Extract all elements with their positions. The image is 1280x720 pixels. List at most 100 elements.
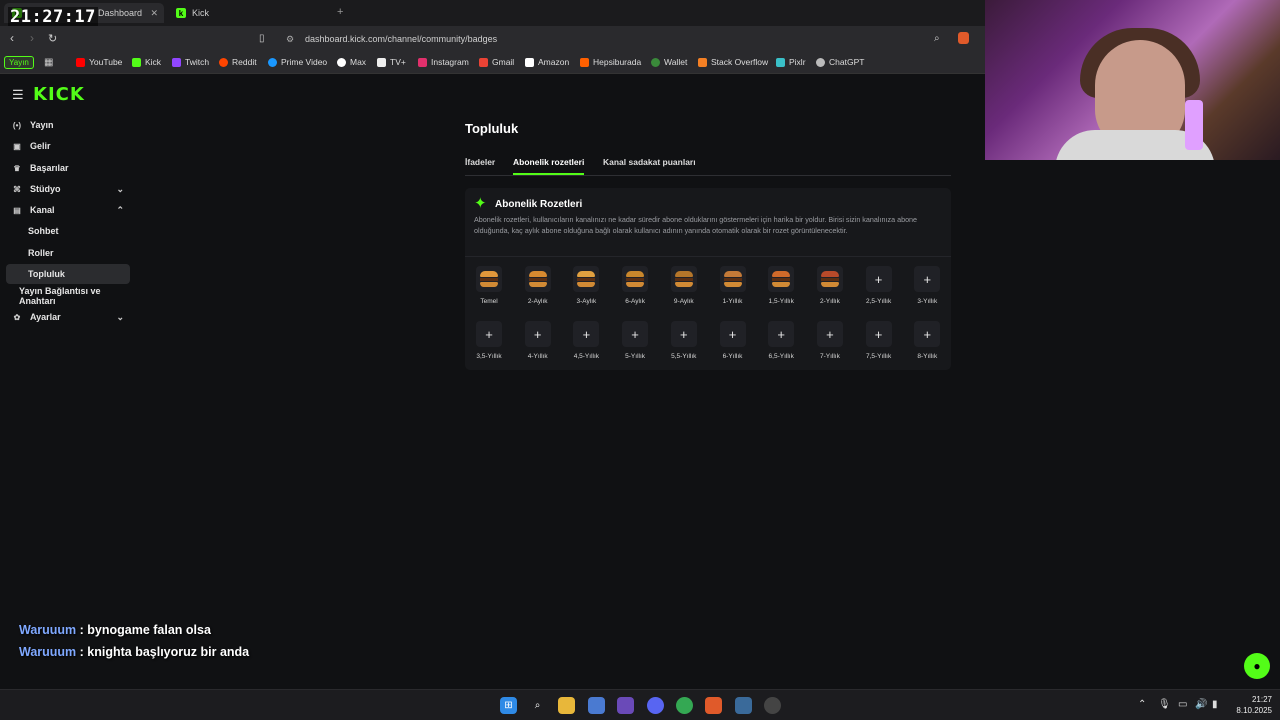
bookmark-pixlr[interactable]: Pixlr [776, 57, 806, 67]
taskbar-date: 8.10.2025 [1236, 706, 1272, 715]
bookmark-wallet[interactable]: Wallet [651, 57, 687, 67]
badge-slot[interactable]: +5-Yıllık [615, 321, 655, 360]
sidebar-item-yayin-baglantisi[interactable]: Yayın Bağlantısı ve Anahtarı [6, 286, 130, 306]
badge-slot[interactable]: +5,5-Yıllık [664, 321, 704, 360]
search-icon[interactable]: ⌕ [934, 33, 940, 44]
support-chat-button[interactable]: ● [1244, 653, 1270, 679]
site-info-icon[interactable]: ⚙ [286, 34, 294, 45]
add-badge-icon: + [622, 321, 649, 347]
sidebar-item-label: Yayın Bağlantısı ve Anahtarı [19, 286, 101, 306]
brave-shield-icon[interactable] [958, 32, 969, 44]
badge-slot[interactable]: +3,5-Yıllık [469, 321, 509, 360]
badge-label: 3,5-Yıllık [476, 353, 502, 360]
close-tab-icon[interactable]: ✕ [150, 8, 158, 19]
bookmark-tvplus[interactable]: TV+ [377, 57, 406, 67]
bookmark-stackoverflow[interactable]: Stack Overflow [698, 57, 768, 67]
sidebar-item-yayin[interactable]: (•) Yayın [6, 115, 130, 135]
bookmark-gmail[interactable]: Gmail [479, 57, 514, 67]
tab-kanal-sadakat-puanlari[interactable]: Kanal sadakat puanları [603, 157, 696, 167]
battery-icon[interactable]: ▮ [1212, 699, 1218, 710]
bookmark-max[interactable]: Max [337, 57, 366, 67]
badge-slot[interactable]: 6-Aylık [615, 266, 655, 305]
sidebar-item-basarilar[interactable]: ♛ Başarılar [6, 158, 130, 178]
search-icon[interactable]: ⌕ [529, 697, 546, 714]
sidebar-item-kanal[interactable]: ▤ Kanal ⌃ [6, 200, 130, 220]
tray-expand-icon[interactable]: ⌃ [1138, 699, 1146, 710]
browser-tab-kick[interactable]: k Kick [168, 3, 328, 23]
bookmark-youtube[interactable]: YouTube [76, 57, 122, 67]
badge-slot[interactable]: +7-Yıllık [810, 321, 850, 360]
bookmark-chatgpt[interactable]: ChatGPT [816, 57, 864, 67]
bookmark-pixlr-label: Pixlr [789, 57, 806, 67]
bookmark-chatgpt-label: ChatGPT [829, 57, 865, 67]
bookmark-kick[interactable]: Kick [132, 57, 161, 67]
badge-slot[interactable]: +3-Yıllık [907, 266, 947, 305]
badge-slot[interactable]: +2,5-Yıllık [859, 266, 899, 305]
sidebar-item-topluluk[interactable]: Topluluk [6, 264, 130, 284]
badge-label: 6-Yıllık [722, 353, 743, 360]
chat-text: bynogame falan olsa [87, 623, 211, 637]
gmail-icon [479, 57, 488, 67]
tab-abonelik-rozetleri[interactable]: Abonelik rozetleri [513, 157, 585, 175]
file-explorer-icon[interactable] [558, 697, 575, 714]
bookmark-instagram[interactable]: Instagram [418, 57, 469, 67]
stackoverflow-icon [698, 57, 707, 67]
menu-icon[interactable]: ☰ [12, 87, 24, 103]
windows-taskbar: ⊞ ⌕ ⌃ 🎙 ▭ 🔊 ▮ 21:27 8.10.2025 [0, 689, 1280, 720]
obs-icon[interactable] [764, 697, 781, 714]
chrome-icon[interactable] [676, 697, 693, 714]
badge-label: 3-Aylık [576, 298, 597, 305]
volume-icon[interactable]: 🔊 [1195, 699, 1207, 710]
store-icon[interactable] [588, 697, 605, 714]
add-badge-icon: + [524, 321, 551, 347]
badge-slot[interactable]: +7,5-Yıllık [859, 321, 899, 360]
chat-username: Waruuum [19, 645, 77, 659]
sidebar-item-studyo[interactable]: ⌘ Stüdyo ⌄ [6, 179, 130, 199]
badge-slot[interactable]: 1,5-Yıllık [761, 266, 801, 305]
bookmark-icon[interactable]: ▯ [259, 33, 265, 44]
chat-bubble-icon: ● [1253, 659, 1261, 673]
badge-slot[interactable]: 2-Aylık [518, 266, 558, 305]
sidebar-item-ayarlar[interactable]: ✿ Ayarlar ⌄ [6, 307, 130, 327]
reload-icon[interactable]: ↻ [48, 32, 57, 45]
back-icon[interactable]: ‹ [10, 31, 14, 45]
badge-slot[interactable]: Temel [469, 266, 509, 305]
badge-slot[interactable]: 3-Aylık [566, 266, 606, 305]
badge-slot[interactable]: +4-Yıllık [518, 321, 558, 360]
sidebar-item-sohbet[interactable]: Sohbet [6, 221, 130, 241]
bookmark-hepsiburada[interactable]: Hepsiburada [580, 57, 641, 67]
new-tab-button[interactable]: + [337, 6, 343, 18]
badge-slot[interactable]: +8-Yıllık [907, 321, 947, 360]
discord-icon[interactable] [647, 697, 664, 714]
apps-grid-icon[interactable]: ▦ [44, 57, 53, 68]
yayin-chip[interactable]: Yayın [4, 56, 34, 69]
badge-slot[interactable]: +6-Yıllık [713, 321, 753, 360]
taskbar-clock[interactable]: 21:27 8.10.2025 [1232, 694, 1272, 716]
windows-start-icon[interactable]: ⊞ [500, 697, 517, 714]
badge-slot[interactable]: 2-Yıllık [810, 266, 850, 305]
sidebar-item-label: Sohbet [28, 226, 59, 236]
brave-icon[interactable] [705, 697, 722, 714]
sidebar-item-roller[interactable]: Roller [6, 243, 130, 263]
bookmark-prime-video[interactable]: Prime Video [268, 57, 327, 67]
tab-ifadeler[interactable]: İfadeler [465, 157, 495, 167]
bookmark-twitch[interactable]: Twitch [172, 57, 209, 67]
add-badge-icon: + [670, 321, 697, 347]
badge-slot[interactable]: 1-Yıllık [713, 266, 753, 305]
badge-slot[interactable]: +4,5-Yıllık [566, 321, 606, 360]
sidebar-item-gelir[interactable]: ▣ Gelir [6, 136, 130, 156]
bookmark-reddit[interactable]: Reddit [219, 57, 257, 67]
bookmark-amazon[interactable]: Amazon [525, 57, 569, 67]
burger-badge-icon [573, 266, 600, 292]
microphone-icon[interactable]: 🎙 [1158, 699, 1171, 710]
network-icon[interactable]: ▭ [1178, 699, 1187, 710]
kick-logo[interactable]: KICK [33, 84, 85, 105]
badge-slot[interactable]: +6,5-Yıllık [761, 321, 801, 360]
app-icon[interactable] [617, 697, 634, 714]
badge-label: 4-Yıllık [527, 353, 548, 360]
app-icon[interactable] [735, 697, 752, 714]
sidebar-item-label: Gelir [30, 141, 51, 151]
url-field[interactable]: dashboard.kick.com/channel/community/bad… [305, 34, 497, 44]
badge-slot[interactable]: 9-Aylık [664, 266, 704, 305]
forward-icon[interactable]: › [30, 31, 34, 45]
